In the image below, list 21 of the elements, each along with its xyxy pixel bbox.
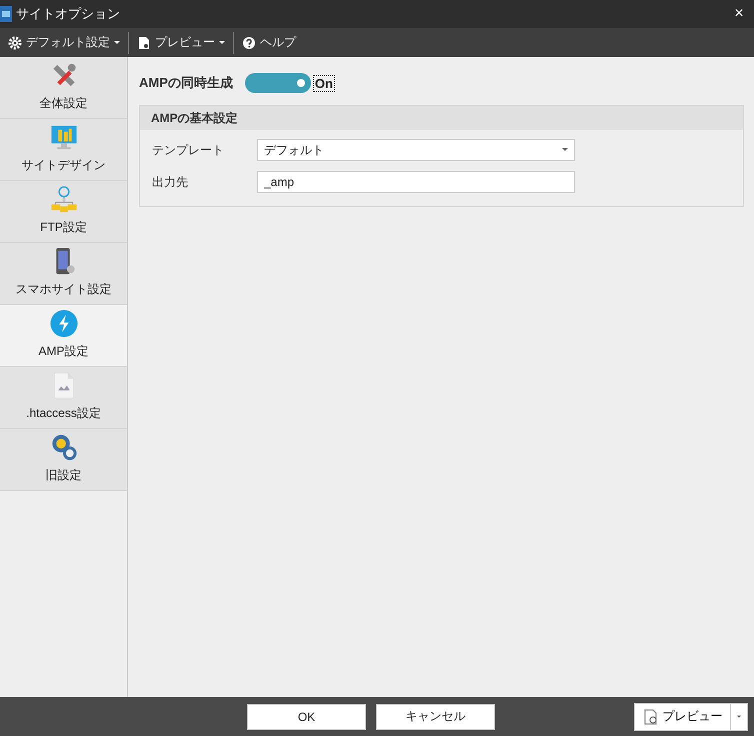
toggle-state: On — [312, 74, 335, 92]
close-button[interactable]: × — [724, 4, 754, 24]
input-field[interactable]: _amp — [257, 171, 575, 193]
toggle-label: AMPの同時生成 — [139, 74, 233, 92]
field-label: 出力先 — [152, 174, 189, 190]
sidebar-item[interactable]: AMP設定 — [0, 305, 127, 367]
window-title: サイトオプション — [16, 5, 121, 23]
ok-button[interactable]: OK — [247, 704, 366, 730]
group-title: AMPの基本設定 — [140, 106, 743, 130]
template-dropdown[interactable]: デフォルト — [257, 139, 575, 161]
cancel-button[interactable]: キャンセル — [376, 704, 495, 730]
toolbar-button[interactable]: ヘルプ — [234, 30, 304, 54]
dropdown-button[interactable]: デフォルト設定 — [0, 30, 128, 54]
sidebar-item[interactable]: サイトデザイン — [0, 119, 127, 181]
sidebar-item[interactable]: 全体設定 — [0, 57, 127, 119]
sidebar-item[interactable]: スマホサイト設定 — [0, 243, 127, 305]
sidebar-item[interactable]: 旧設定 — [0, 429, 127, 491]
sidebar-item[interactable]: FTP設定 — [0, 181, 127, 243]
dropdown-button[interactable]: プレビュー — [129, 30, 233, 54]
sidebar-item[interactable]: .htaccess設定 — [0, 367, 127, 429]
field-label: テンプレート — [152, 142, 225, 158]
